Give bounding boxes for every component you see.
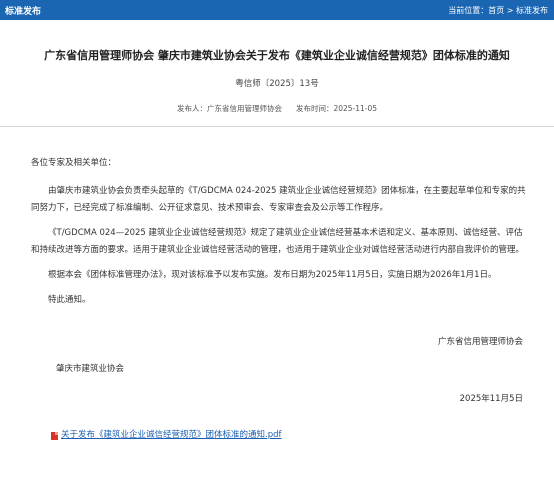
document-number: 粤信师〔2025〕13号 bbox=[235, 79, 319, 89]
paragraph: 《T/GDCMA 024—2025 建筑业企业诚信经营规范》规定了建筑业企业诚信… bbox=[31, 228, 525, 255]
signature-organization-2: 肇庆市建筑业协会 bbox=[56, 364, 125, 374]
top-bar: 标准发布 当前位置：首页 > 标准发布 bbox=[0, 0, 554, 20]
attachment-link[interactable]: 关于发布《建筑业企业诚信经营规范》团体标准的通知.pdf bbox=[61, 427, 282, 444]
publisher: 发布人：广东省信用管理师协会 bbox=[176, 104, 282, 113]
signature-organization-1: 广东省信用管理师协会 bbox=[437, 337, 523, 347]
signature-date: 2025年11月5日 bbox=[459, 394, 523, 404]
attachment: 关于发布《建筑业企业诚信经营规范》团体标准的通知.pdf bbox=[31, 427, 531, 444]
divider bbox=[0, 126, 554, 127]
breadcrumb-home-link[interactable]: 首页 bbox=[488, 6, 504, 15]
article-body: 各位专家及相关单位： 由肇庆市建筑业协会负责牵头起草的《T/GDCMA 024-… bbox=[0, 155, 531, 444]
paragraph: 特此通知。 bbox=[48, 295, 91, 305]
publish-time: 发布时间：2025-11-05 bbox=[295, 104, 378, 113]
article-meta: 发布人：广东省信用管理师协会 发布时间：2025-11-05 bbox=[0, 103, 554, 114]
article-title: 广东省信用管理师协会 肇庆市建筑业协会关于发布《建筑业企业诚信经营规范》团体标准… bbox=[44, 49, 510, 62]
pdf-file-icon bbox=[51, 431, 58, 440]
salutation: 各位专家及相关单位： bbox=[31, 158, 117, 168]
paragraph: 根据本会《团体标准管理办法》，现对该标准予以发布实施。发布日期为2025年11月… bbox=[48, 270, 497, 280]
paragraph: 由肇庆市建筑业协会负责牵头起草的《T/GDCMA 024-2025 建筑业企业诚… bbox=[31, 186, 526, 213]
breadcrumb: 当前位置：首页 > 标准发布 bbox=[448, 5, 548, 16]
breadcrumb-separator: > bbox=[506, 5, 514, 15]
breadcrumb-prefix: 当前位置： bbox=[448, 5, 489, 15]
breadcrumb-current-link[interactable]: 标准发布 bbox=[516, 6, 548, 15]
section-title: 标准发布 bbox=[5, 6, 42, 17]
